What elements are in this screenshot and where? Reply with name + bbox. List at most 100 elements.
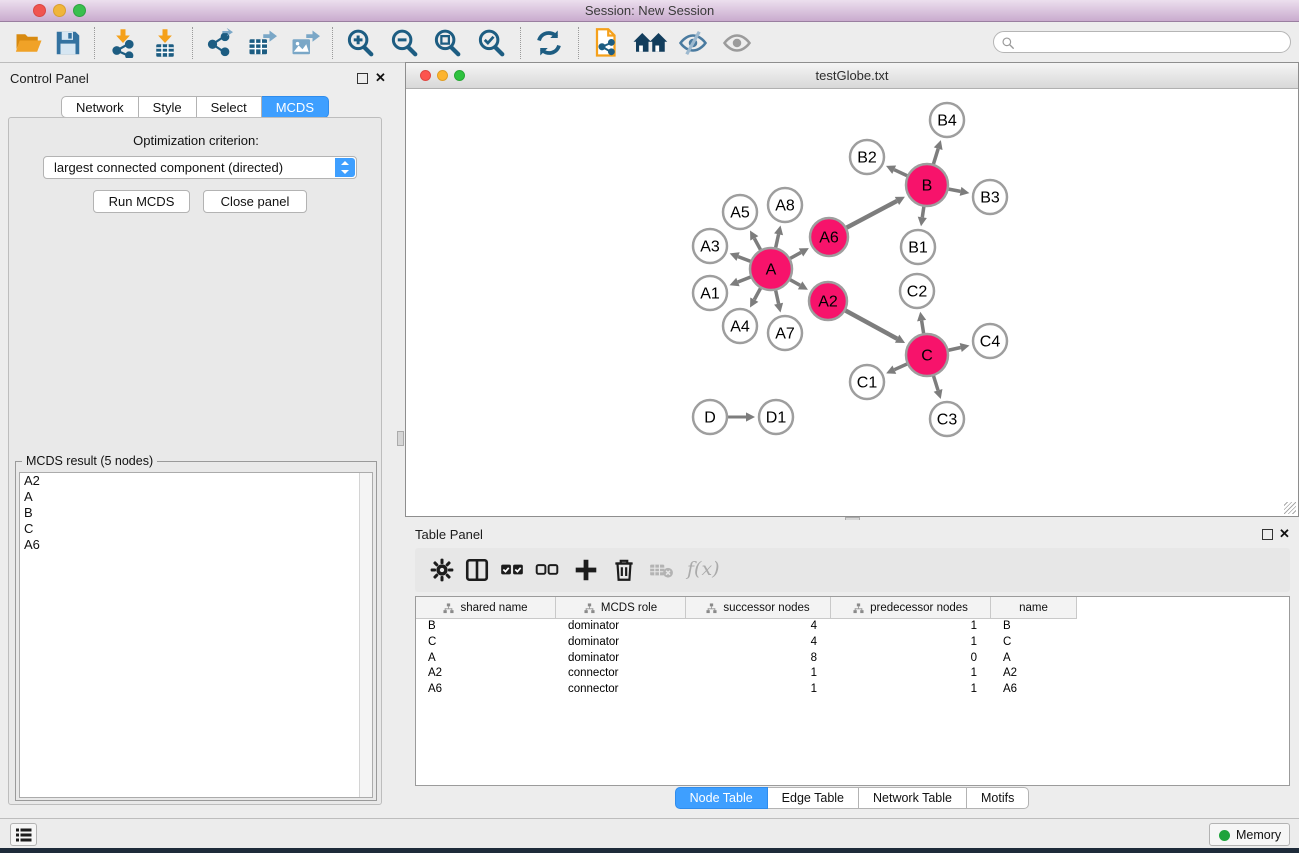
table-cell[interactable]: connector — [556, 682, 686, 698]
table-cell[interactable]: A2 — [416, 666, 556, 682]
network-minimize-button[interactable] — [437, 70, 448, 81]
close-panel-icon[interactable]: ✕ — [375, 70, 386, 86]
zoom-out-icon[interactable] — [389, 28, 419, 58]
table-cell[interactable]: A — [416, 651, 556, 667]
delete-table-icon[interactable] — [648, 557, 674, 583]
column-header-successor-nodes[interactable]: successor nodes — [686, 597, 831, 619]
table-cell[interactable]: A — [991, 651, 1077, 667]
table-cell[interactable]: 8 — [686, 651, 831, 667]
node-label-B3: B3 — [980, 190, 1000, 207]
zoom-selected-icon[interactable] — [476, 28, 506, 58]
maximize-window-button[interactable] — [73, 4, 86, 17]
memory-status-dot — [1219, 830, 1230, 841]
tab-style[interactable]: Style — [139, 96, 197, 118]
table-cell[interactable]: 4 — [686, 619, 831, 635]
result-list-scrollbar[interactable] — [359, 473, 372, 797]
export-table-icon[interactable] — [247, 28, 277, 58]
import-table-icon[interactable] — [150, 28, 180, 58]
network-maximize-button[interactable] — [454, 70, 465, 81]
table-cell[interactable]: dominator — [556, 619, 686, 635]
export-image-icon[interactable] — [290, 28, 320, 58]
save-session-icon[interactable] — [53, 28, 83, 58]
node-label-C: C — [921, 348, 933, 365]
column-label: shared name — [460, 602, 527, 614]
table-cell[interactable]: dominator — [556, 635, 686, 651]
export-network-icon[interactable] — [205, 28, 235, 58]
tab-motifs[interactable]: Motifs — [967, 787, 1029, 809]
result-item[interactable]: A2 — [20, 473, 372, 489]
table-cell[interactable]: 1 — [831, 682, 991, 698]
import-network-icon[interactable] — [108, 28, 138, 58]
table-row[interactable]: Bdominator41B — [416, 619, 1290, 635]
table-cell[interactable]: 1 — [686, 666, 831, 682]
column-tree-icon — [853, 603, 864, 614]
table-cell[interactable]: B — [416, 619, 556, 635]
float-table-panel-icon[interactable] — [1262, 529, 1273, 540]
split-panel-icon[interactable] — [464, 557, 490, 583]
column-header-predecessor-nodes[interactable]: predecessor nodes — [831, 597, 991, 619]
table-options-gear-icon[interactable] — [429, 557, 455, 583]
function-builder-button[interactable]: f(x) — [687, 558, 720, 580]
tab-select[interactable]: Select — [197, 96, 262, 118]
table-cell[interactable]: C — [991, 635, 1077, 651]
close-panel-button[interactable]: Close panel — [203, 190, 307, 213]
select-all-columns-icon[interactable] — [499, 557, 525, 583]
home-icon[interactable] — [632, 28, 670, 58]
result-item[interactable]: A — [20, 489, 372, 505]
table-cell[interactable]: A6 — [991, 682, 1077, 698]
zoom-in-icon[interactable] — [345, 28, 375, 58]
network-close-button[interactable] — [420, 70, 431, 81]
float-panel-icon[interactable] — [357, 73, 368, 84]
tab-edge-table[interactable]: Edge Table — [768, 787, 859, 809]
table-row[interactable]: A2connector11A2 — [416, 666, 1290, 682]
table-cell[interactable]: dominator — [556, 651, 686, 667]
column-header-shared-name[interactable]: shared name — [416, 597, 556, 619]
table-cell[interactable]: 4 — [686, 635, 831, 651]
memory-button[interactable]: Memory — [1209, 823, 1290, 846]
refresh-icon[interactable] — [534, 28, 564, 58]
column-header-MCDS-role[interactable]: MCDS role — [556, 597, 686, 619]
session-title: Session: New Session — [0, 0, 1299, 21]
tab-mcds[interactable]: MCDS — [262, 96, 329, 118]
column-header-name[interactable]: name — [991, 597, 1077, 619]
table-cell[interactable]: B — [991, 619, 1077, 635]
close-window-button[interactable] — [33, 4, 46, 17]
tab-network-table[interactable]: Network Table — [859, 787, 967, 809]
table-cell[interactable]: A2 — [991, 666, 1077, 682]
run-mcds-button[interactable]: Run MCDS — [93, 190, 190, 213]
table-cell[interactable]: A6 — [416, 682, 556, 698]
delete-columns-trash-icon[interactable] — [611, 557, 637, 583]
new-network-from-file-icon[interactable] — [592, 28, 622, 58]
mcds-result-list[interactable]: A2ABCA6 — [19, 472, 373, 798]
tab-network[interactable]: Network — [61, 96, 139, 118]
zoom-fit-icon[interactable] — [432, 28, 462, 58]
table-cell[interactable]: 1 — [831, 619, 991, 635]
task-history-button[interactable] — [10, 823, 37, 846]
hide-selected-eye-icon[interactable] — [678, 28, 708, 58]
table-cell[interactable]: 1 — [831, 635, 991, 651]
table-row[interactable]: A6connector11A6 — [416, 682, 1290, 698]
add-column-icon[interactable] — [573, 557, 599, 583]
table-cell[interactable]: 1 — [686, 682, 831, 698]
optimization-criterion-select[interactable]: largest connected component (directed) — [43, 156, 357, 179]
result-item[interactable]: C — [20, 521, 372, 537]
close-table-panel-icon[interactable]: ✕ — [1279, 526, 1290, 542]
table-cell[interactable]: C — [416, 635, 556, 651]
table-row[interactable]: Adominator80A — [416, 651, 1290, 667]
tab-node-table[interactable]: Node Table — [675, 787, 768, 809]
window-resize-grip[interactable] — [1284, 502, 1296, 514]
table-cell[interactable]: 0 — [831, 651, 991, 667]
result-item[interactable]: B — [20, 505, 372, 521]
horizontal-splitter-handle[interactable] — [397, 431, 404, 446]
deselect-all-columns-icon[interactable] — [534, 557, 560, 583]
show-all-eye-icon[interactable] — [722, 28, 752, 58]
open-session-icon[interactable] — [14, 28, 44, 58]
network-window-titlebar: testGlobe.txt — [406, 63, 1298, 89]
table-cell[interactable]: connector — [556, 666, 686, 682]
search-input[interactable] — [1020, 33, 1280, 51]
table-cell[interactable]: 1 — [831, 666, 991, 682]
network-canvas[interactable]: B4B2BB3A5A8A6B1A3AC2A1A2A4A7C4CC1C3DD1 — [406, 89, 1298, 516]
table-row[interactable]: Cdominator41C — [416, 635, 1290, 651]
minimize-window-button[interactable] — [53, 4, 66, 17]
result-item[interactable]: A6 — [20, 537, 372, 553]
